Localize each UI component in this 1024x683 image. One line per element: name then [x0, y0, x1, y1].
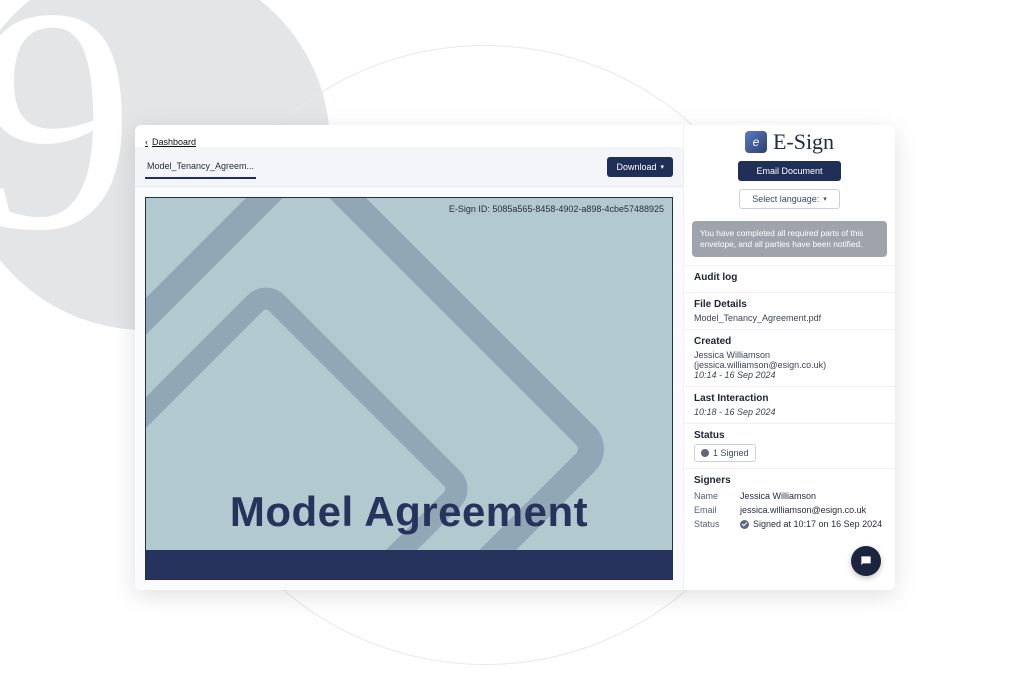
brand-name: E-Sign: [773, 129, 834, 155]
signer-email-label: Email: [694, 505, 732, 515]
chat-fab[interactable]: [851, 546, 881, 576]
bg-step-number: 9: [0, 0, 135, 280]
details-sidebar: e E-Sign Email Document Select language:…: [683, 125, 895, 590]
chat-icon: [859, 554, 873, 568]
status-heading: Status: [694, 430, 885, 441]
check-icon: [740, 520, 749, 529]
last-interaction-heading: Last Interaction: [694, 393, 885, 404]
document-band: [146, 550, 672, 580]
select-language-button[interactable]: Select language: ▾: [739, 189, 840, 209]
document-tab-bar: Model_Tenancy_Agreem... Download ▾: [135, 147, 683, 187]
status-dot-icon: [701, 449, 709, 457]
completion-notice: You have completed all required parts of…: [692, 221, 887, 257]
file-name: Model_Tenancy_Agreement.pdf: [694, 313, 885, 323]
created-section: Created Jessica Williamson (jessica.will…: [684, 329, 895, 386]
created-heading: Created: [694, 336, 885, 347]
brand-logo-icon: e: [745, 131, 767, 153]
app-window: ‹ Dashboard Model_Tenancy_Agreem... Down…: [135, 125, 895, 590]
signer-name-label: Name: [694, 491, 732, 501]
audit-log-section: Audit log: [684, 265, 895, 292]
file-details-section: File Details Model_Tenancy_Agreement.pdf: [684, 292, 895, 329]
last-interaction-section: Last Interaction 10:18 - 16 Sep 2024: [684, 386, 895, 423]
signer-email-row: Email jessica.williamson@esign.co.uk: [694, 503, 885, 517]
status-text: 1 Signed: [713, 448, 749, 458]
tab-document[interactable]: Model_Tenancy_Agreem...: [145, 155, 256, 179]
last-interaction-when: 10:18 - 16 Sep 2024: [694, 407, 885, 417]
document-page: E-Sign ID: 5085a565-8458-4902-a898-4cbe5…: [145, 197, 673, 580]
breadcrumb-dashboard[interactable]: ‹ Dashboard: [145, 137, 196, 147]
email-document-button[interactable]: Email Document: [738, 161, 840, 181]
signer-email-value: jessica.williamson@esign.co.uk: [740, 505, 885, 515]
caret-down-icon: ▾: [823, 195, 827, 203]
created-when: 10:14 - 16 Sep 2024: [694, 370, 885, 380]
audit-log-heading: Audit log: [694, 272, 885, 283]
signer-status-value: Signed at 10:17 on 16 Sep 2024: [740, 519, 885, 529]
viewer-pane: ‹ Dashboard Model_Tenancy_Agreem... Down…: [135, 125, 683, 590]
signer-status-row: Status Signed at 10:17 on 16 Sep 2024: [694, 517, 885, 531]
brand: e E-Sign: [684, 125, 895, 161]
status-section: Status 1 Signed: [684, 423, 895, 468]
signers-section: Signers Name Jessica Williamson Email je…: [684, 468, 895, 537]
document-area: E-Sign ID: 5085a565-8458-4902-a898-4cbe5…: [135, 187, 683, 590]
esign-id: E-Sign ID: 5085a565-8458-4902-a898-4cbe5…: [449, 204, 664, 214]
breadcrumb-label: Dashboard: [152, 137, 196, 147]
signers-heading: Signers: [694, 475, 885, 486]
created-by: Jessica Williamson (jessica.williamson@e…: [694, 350, 885, 370]
select-language-label: Select language:: [752, 194, 819, 204]
signer-name-value: Jessica Williamson: [740, 491, 885, 501]
file-details-heading: File Details: [694, 299, 885, 310]
breadcrumb-bar: ‹ Dashboard: [135, 125, 683, 147]
document-title: Model Agreement: [146, 488, 672, 536]
download-button[interactable]: Download ▾: [607, 157, 673, 177]
download-label: Download: [616, 162, 656, 172]
signer-status-label: Status: [694, 519, 732, 529]
status-pill: 1 Signed: [694, 444, 756, 462]
signer-name-row: Name Jessica Williamson: [694, 489, 885, 503]
caret-down-icon: ▾: [660, 163, 664, 171]
chevron-left-icon: ‹: [145, 137, 148, 147]
